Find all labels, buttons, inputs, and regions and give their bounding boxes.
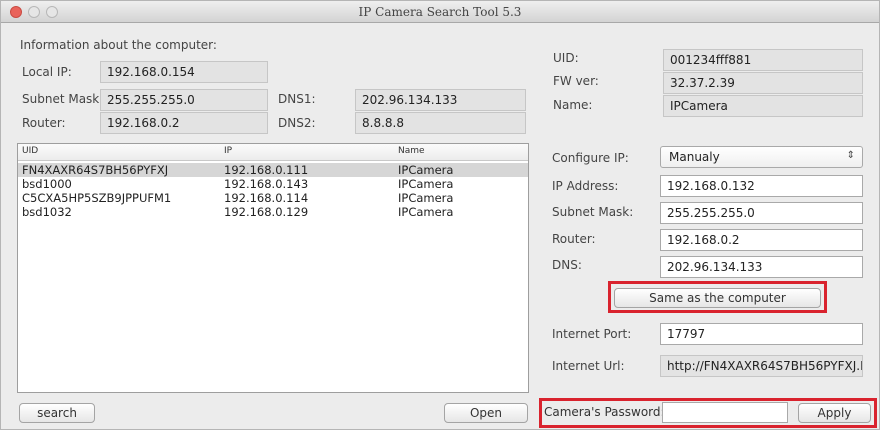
- camera-password-label: Camera's Password:: [544, 405, 665, 419]
- internet-url-label: Internet Url:: [552, 359, 625, 373]
- dns2-label: DNS2:: [278, 116, 316, 130]
- dns1-field: 202.96.134.133: [355, 89, 526, 111]
- camera-password-input[interactable]: [662, 402, 788, 423]
- configure-ip-label: Configure IP:: [552, 151, 629, 165]
- ip-address-input[interactable]: 192.168.0.132: [660, 175, 863, 197]
- select-arrows-icon: ⇕: [846, 150, 855, 161]
- title-bar: IP Camera Search Tool 5.3: [1, 1, 879, 23]
- row-ip: 192.168.0.114: [224, 191, 309, 205]
- column-header-uid[interactable]: UID: [22, 146, 38, 156]
- search-button[interactable]: search: [19, 403, 95, 423]
- open-button[interactable]: Open: [444, 403, 528, 423]
- row-uid: FN4XAXR64S7BH56PYFXJ: [22, 163, 169, 177]
- local-ip-field: 192.168.0.154: [100, 61, 268, 83]
- subnet-mask-input[interactable]: 255.255.255.0: [660, 202, 863, 224]
- table-row[interactable]: bsd1000 192.168.0.143 IPCamera: [18, 177, 528, 191]
- column-header-name[interactable]: Name: [398, 146, 425, 156]
- row-name: IPCamera: [398, 177, 454, 191]
- dns1-label: DNS1:: [278, 92, 316, 106]
- row-ip: 192.168.0.143: [224, 177, 309, 191]
- configure-ip-select[interactable]: Manualy ⇕: [660, 146, 863, 168]
- configure-ip-value: Manualy: [669, 150, 720, 164]
- camera-name-field: IPCamera: [663, 95, 863, 117]
- subnet-mask-label: Subnet Mask:: [552, 205, 634, 219]
- table-row[interactable]: C5CXA5HP5SZB9JPPUFM1 192.168.0.114 IPCam…: [18, 191, 528, 205]
- row-uid: C5CXA5HP5SZB9JPPUFM1: [22, 191, 172, 205]
- fw-version-field: 32.37.2.39: [663, 72, 863, 94]
- row-name: IPCamera: [398, 205, 454, 219]
- row-uid: bsd1032: [22, 205, 72, 219]
- computer-router-field: 192.168.0.2: [100, 112, 268, 134]
- dns-input[interactable]: 202.96.134.133: [660, 256, 863, 278]
- row-ip: 192.168.0.111: [224, 163, 309, 177]
- row-name: IPCamera: [398, 163, 454, 177]
- internet-port-input[interactable]: 17797: [660, 323, 863, 345]
- internet-port-label: Internet Port:: [552, 327, 632, 341]
- table-header: UID IP Name: [18, 144, 528, 161]
- row-ip: 192.168.0.129: [224, 205, 309, 219]
- column-header-ip[interactable]: IP: [224, 146, 232, 156]
- row-uid: bsd1000: [22, 177, 72, 191]
- computer-router-label: Router:: [22, 116, 66, 130]
- uid-label: UID:: [553, 51, 579, 65]
- apply-button[interactable]: Apply: [798, 403, 871, 423]
- dns2-field: 8.8.8.8: [355, 112, 526, 134]
- window-title: IP Camera Search Tool 5.3: [358, 5, 522, 19]
- router-input[interactable]: 192.168.0.2: [660, 229, 863, 251]
- camera-name-label: Name:: [553, 98, 593, 112]
- local-ip-label: Local IP:: [22, 65, 72, 79]
- same-as-computer-button[interactable]: Same as the computer: [614, 288, 821, 308]
- router-label: Router:: [552, 232, 596, 246]
- uid-field: 001234fff881: [663, 49, 863, 71]
- table-row[interactable]: FN4XAXR64S7BH56PYFXJ 192.168.0.111 IPCam…: [18, 163, 528, 177]
- computer-subnet-field: 255.255.255.0: [100, 89, 268, 111]
- computer-subnet-label: Subnet Mask:: [22, 92, 104, 106]
- computer-info-heading: Information about the computer:: [20, 38, 217, 52]
- fw-version-label: FW ver:: [553, 74, 599, 88]
- table-row[interactable]: bsd1032 192.168.0.129 IPCamera: [18, 205, 528, 219]
- camera-table[interactable]: UID IP Name FN4XAXR64S7BH56PYFXJ 192.168…: [17, 143, 529, 393]
- dns-label: DNS:: [552, 258, 582, 272]
- internet-url-field: http://FN4XAXR64S7BH56PYFXJ.FI: [660, 355, 863, 377]
- ip-address-label: IP Address:: [552, 179, 619, 193]
- row-name: IPCamera: [398, 191, 454, 205]
- app-window: IP Camera Search Tool 5.3 Information ab…: [0, 0, 880, 430]
